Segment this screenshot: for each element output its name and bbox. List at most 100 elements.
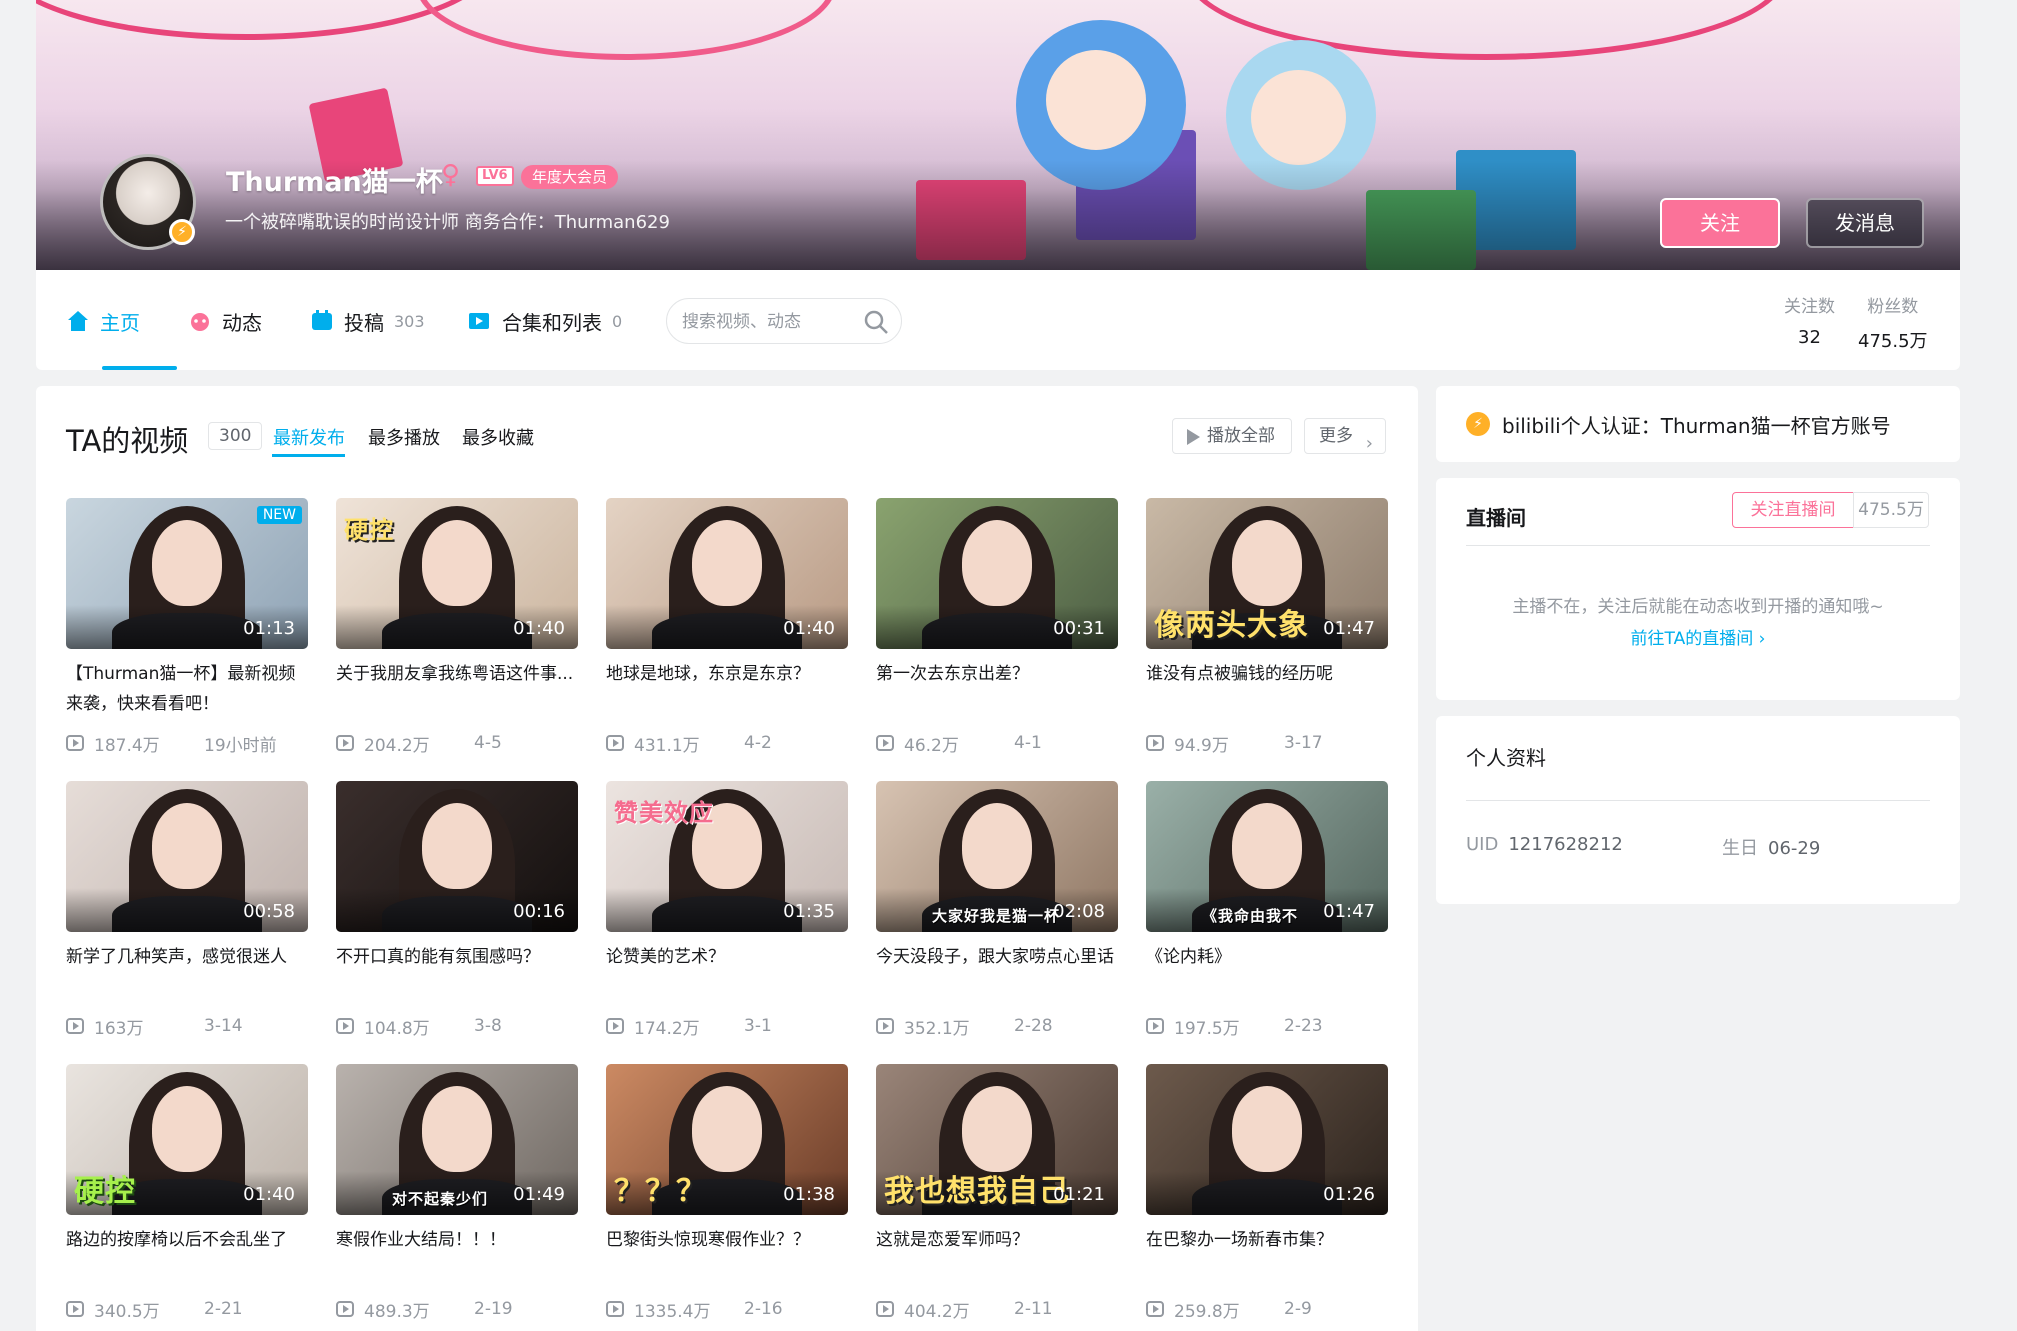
video-views: 1335.4万 xyxy=(634,1301,711,1322)
video-title[interactable]: 新学了几种笑声，感觉很迷人 xyxy=(66,942,308,1002)
more-videos-button[interactable]: 更多 › xyxy=(1304,418,1386,454)
verified-icon: ⚡ xyxy=(169,219,195,245)
search-icon[interactable] xyxy=(863,309,889,335)
video-views: 352.1万 xyxy=(904,1018,970,1039)
video-thumbnail[interactable]: ？？？ 01:38 xyxy=(606,1064,848,1215)
search-input[interactable] xyxy=(682,309,852,335)
video-thumbnail[interactable]: NEW 01:13 xyxy=(66,498,308,649)
thumbnail-face xyxy=(1232,520,1302,606)
play-count-icon xyxy=(876,735,894,751)
video-duration: 01:49 xyxy=(513,1184,565,1205)
video-card[interactable]: 硬控 01:40 关于我朋友拿我练粤语这件事... 204.2万 4-5 xyxy=(336,498,578,768)
thumbnail-caption: 赞美效应 xyxy=(614,799,714,827)
video-thumbnail[interactable]: 我也想我自己 01:21 xyxy=(876,1064,1118,1215)
video-title[interactable]: 今天没段子，跟大家唠点心里话 xyxy=(876,942,1118,1002)
video-views: 404.2万 xyxy=(904,1301,970,1322)
video-thumbnail[interactable]: 00:58 xyxy=(66,781,308,932)
video-card[interactable]: 赞美效应 01:35 论赞美的艺术？ 174.2万 3-1 xyxy=(606,781,848,1051)
video-meta: 340.5万 2-21 xyxy=(66,1297,243,1322)
video-date: 2-28 xyxy=(1014,1016,1053,1036)
divider xyxy=(1466,545,1930,546)
go-live-room-link[interactable]: 前往TA的直播间 › xyxy=(1436,624,1960,649)
vip-badge[interactable]: 年度大会员 xyxy=(521,165,619,189)
video-views: 46.2万 xyxy=(904,735,959,756)
sort-tab-most-favorited[interactable]: 最多收藏 xyxy=(462,424,534,450)
video-card[interactable]: 00:16 不开口真的能有氛围感吗？ 104.8万 3-8 xyxy=(336,781,578,1051)
play-count-icon xyxy=(336,1018,354,1034)
thumbnail-face xyxy=(152,803,222,889)
video-title[interactable]: 关于我朋友拿我练粤语这件事... xyxy=(336,659,578,719)
video-title[interactable]: 路边的按摩椅以后不会乱坐了 xyxy=(66,1225,308,1285)
play-count-icon xyxy=(1146,1018,1164,1034)
video-thumbnail[interactable]: 硬控 01:40 xyxy=(336,498,578,649)
home-icon xyxy=(68,311,88,331)
video-thumbnail[interactable]: 对不起秦少们 01:49 xyxy=(336,1064,578,1215)
video-card[interactable]: 硬控 01:40 路边的按摩椅以后不会乱坐了 340.5万 2-21 xyxy=(66,1064,308,1331)
follow-button[interactable]: 关注 xyxy=(1660,198,1780,248)
video-card[interactable]: 01:26 在巴黎办一场新春市集？ 259.8万 2-9 xyxy=(1146,1064,1388,1331)
video-views: 94.9万 xyxy=(1174,735,1229,756)
video-thumbnail[interactable]: 硬控 01:40 xyxy=(66,1064,308,1215)
video-card[interactable]: 大家好我是猫一杯 02:08 今天没段子，跟大家唠点心里话 352.1万 2-28 xyxy=(876,781,1118,1051)
video-title[interactable]: 谁没有点被骗钱的经历呢 xyxy=(1146,659,1388,719)
video-thumbnail[interactable]: 赞美效应 01:35 xyxy=(606,781,848,932)
live-room-panel: 直播间 关注直播间 475.5万 主播不在，关注后就能在动态收到开播的通知哦~ … xyxy=(1436,478,1960,700)
tab-upload[interactable]: 投稿 303 xyxy=(310,304,425,338)
video-card[interactable]: 01:40 地球是地球，东京是东京？ 431.1万 4-2 xyxy=(606,498,848,768)
video-title[interactable]: 巴黎街头惊现寒假作业？？ xyxy=(606,1225,848,1285)
tab-home[interactable]: 主页 xyxy=(66,304,140,338)
video-thumbnail[interactable]: 00:31 xyxy=(876,498,1118,649)
video-thumbnail[interactable]: 01:26 xyxy=(1146,1064,1388,1215)
video-card[interactable]: 对不起秦少们 01:49 寒假作业大结局！！！ 489.3万 2-19 xyxy=(336,1064,578,1331)
video-card[interactable]: 00:31 第一次去东京出差？ 46.2万 4-1 xyxy=(876,498,1118,768)
divider xyxy=(1466,800,1930,801)
video-title[interactable]: 寒假作业大结局！！！ xyxy=(336,1225,578,1285)
video-card[interactable]: 《我命由我不 01:47 《论内耗》 197.5万 2-23 xyxy=(1146,781,1388,1051)
sort-tab-most-played[interactable]: 最多播放 xyxy=(368,424,440,450)
new-badge: NEW xyxy=(256,506,302,524)
video-title[interactable]: 地球是地球，东京是东京？ xyxy=(606,659,848,719)
message-button[interactable]: 发消息 xyxy=(1806,198,1924,248)
uid-label: UID xyxy=(1466,834,1499,855)
video-thumbnail[interactable]: 像两头大象 01:47 xyxy=(1146,498,1388,649)
video-thumbnail[interactable]: 00:16 xyxy=(336,781,578,932)
stat-following[interactable]: 关注数 32 xyxy=(1784,292,1835,348)
video-date: 2-9 xyxy=(1284,1299,1312,1319)
video-card[interactable]: 我也想我自己 01:21 这就是恋爱军师吗？ 404.2万 2-11 xyxy=(876,1064,1118,1331)
profile-info-title: 个人资料 xyxy=(1466,746,1546,770)
stat-followers[interactable]: 粉丝数 475.5万 xyxy=(1858,292,1928,353)
follow-live-button[interactable]: 关注直播间 xyxy=(1732,492,1854,528)
video-title[interactable]: 在巴黎办一场新春市集？ xyxy=(1146,1225,1388,1285)
live-offline-tip: 主播不在，关注后就能在动态收到开播的通知哦~ xyxy=(1512,597,1884,617)
thumbnail-face xyxy=(422,803,492,889)
video-title[interactable]: 不开口真的能有氛围感吗？ xyxy=(336,942,578,1002)
video-title[interactable]: 这就是恋爱军师吗？ xyxy=(876,1225,1118,1285)
avatar[interactable]: ⚡ xyxy=(100,154,196,250)
video-date: 4-1 xyxy=(1014,733,1042,753)
female-icon: ♀ xyxy=(441,160,461,190)
tab-dynamic-label: 动态 xyxy=(222,310,262,335)
profile-nav: 主页 动态 投稿 303 合集和列表 0 关注数 32 粉丝数 475.5万 xyxy=(36,270,1960,370)
video-card[interactable]: 00:58 新学了几种笑声，感觉很迷人 163万 3-14 xyxy=(66,781,308,1051)
video-title[interactable]: 论赞美的艺术？ xyxy=(606,942,848,1002)
search-box[interactable] xyxy=(666,298,902,344)
sort-tab-latest[interactable]: 最新发布 xyxy=(273,424,345,450)
video-duration: 01:35 xyxy=(783,901,835,922)
video-title[interactable]: 《论内耗》 xyxy=(1146,942,1388,1002)
video-thumbnail[interactable]: 01:40 xyxy=(606,498,848,649)
video-thumbnail[interactable]: 大家好我是猫一杯 02:08 xyxy=(876,781,1118,932)
play-all-button[interactable]: 播放全部 xyxy=(1172,418,1292,454)
video-thumbnail[interactable]: 《我命由我不 01:47 xyxy=(1146,781,1388,932)
video-duration: 00:16 xyxy=(513,901,565,922)
video-meta: 259.8万 2-9 xyxy=(1146,1297,1312,1322)
tab-dynamic[interactable]: 动态 xyxy=(188,304,262,338)
video-card[interactable]: NEW 01:13 【Thurman猫一杯】最新视频来袭，快来看看吧！ 187.4万 1… xyxy=(66,498,308,768)
video-title[interactable]: 第一次去东京出差？ xyxy=(876,659,1118,719)
video-card[interactable]: ？？？ 01:38 巴黎街头惊现寒假作业？？ 1335.4万 2-16 xyxy=(606,1064,848,1331)
video-card[interactable]: 像两头大象 01:47 谁没有点被骗钱的经历呢 94.9万 3-17 xyxy=(1146,498,1388,768)
video-title[interactable]: 【Thurman猫一杯】最新视频来袭，快来看看吧！ xyxy=(66,659,308,719)
video-meta: 1335.4万 2-16 xyxy=(606,1297,783,1322)
video-duration: 01:21 xyxy=(1053,1184,1105,1205)
video-meta: 489.3万 2-19 xyxy=(336,1297,513,1322)
tab-collection[interactable]: 合集和列表 0 xyxy=(468,304,622,338)
